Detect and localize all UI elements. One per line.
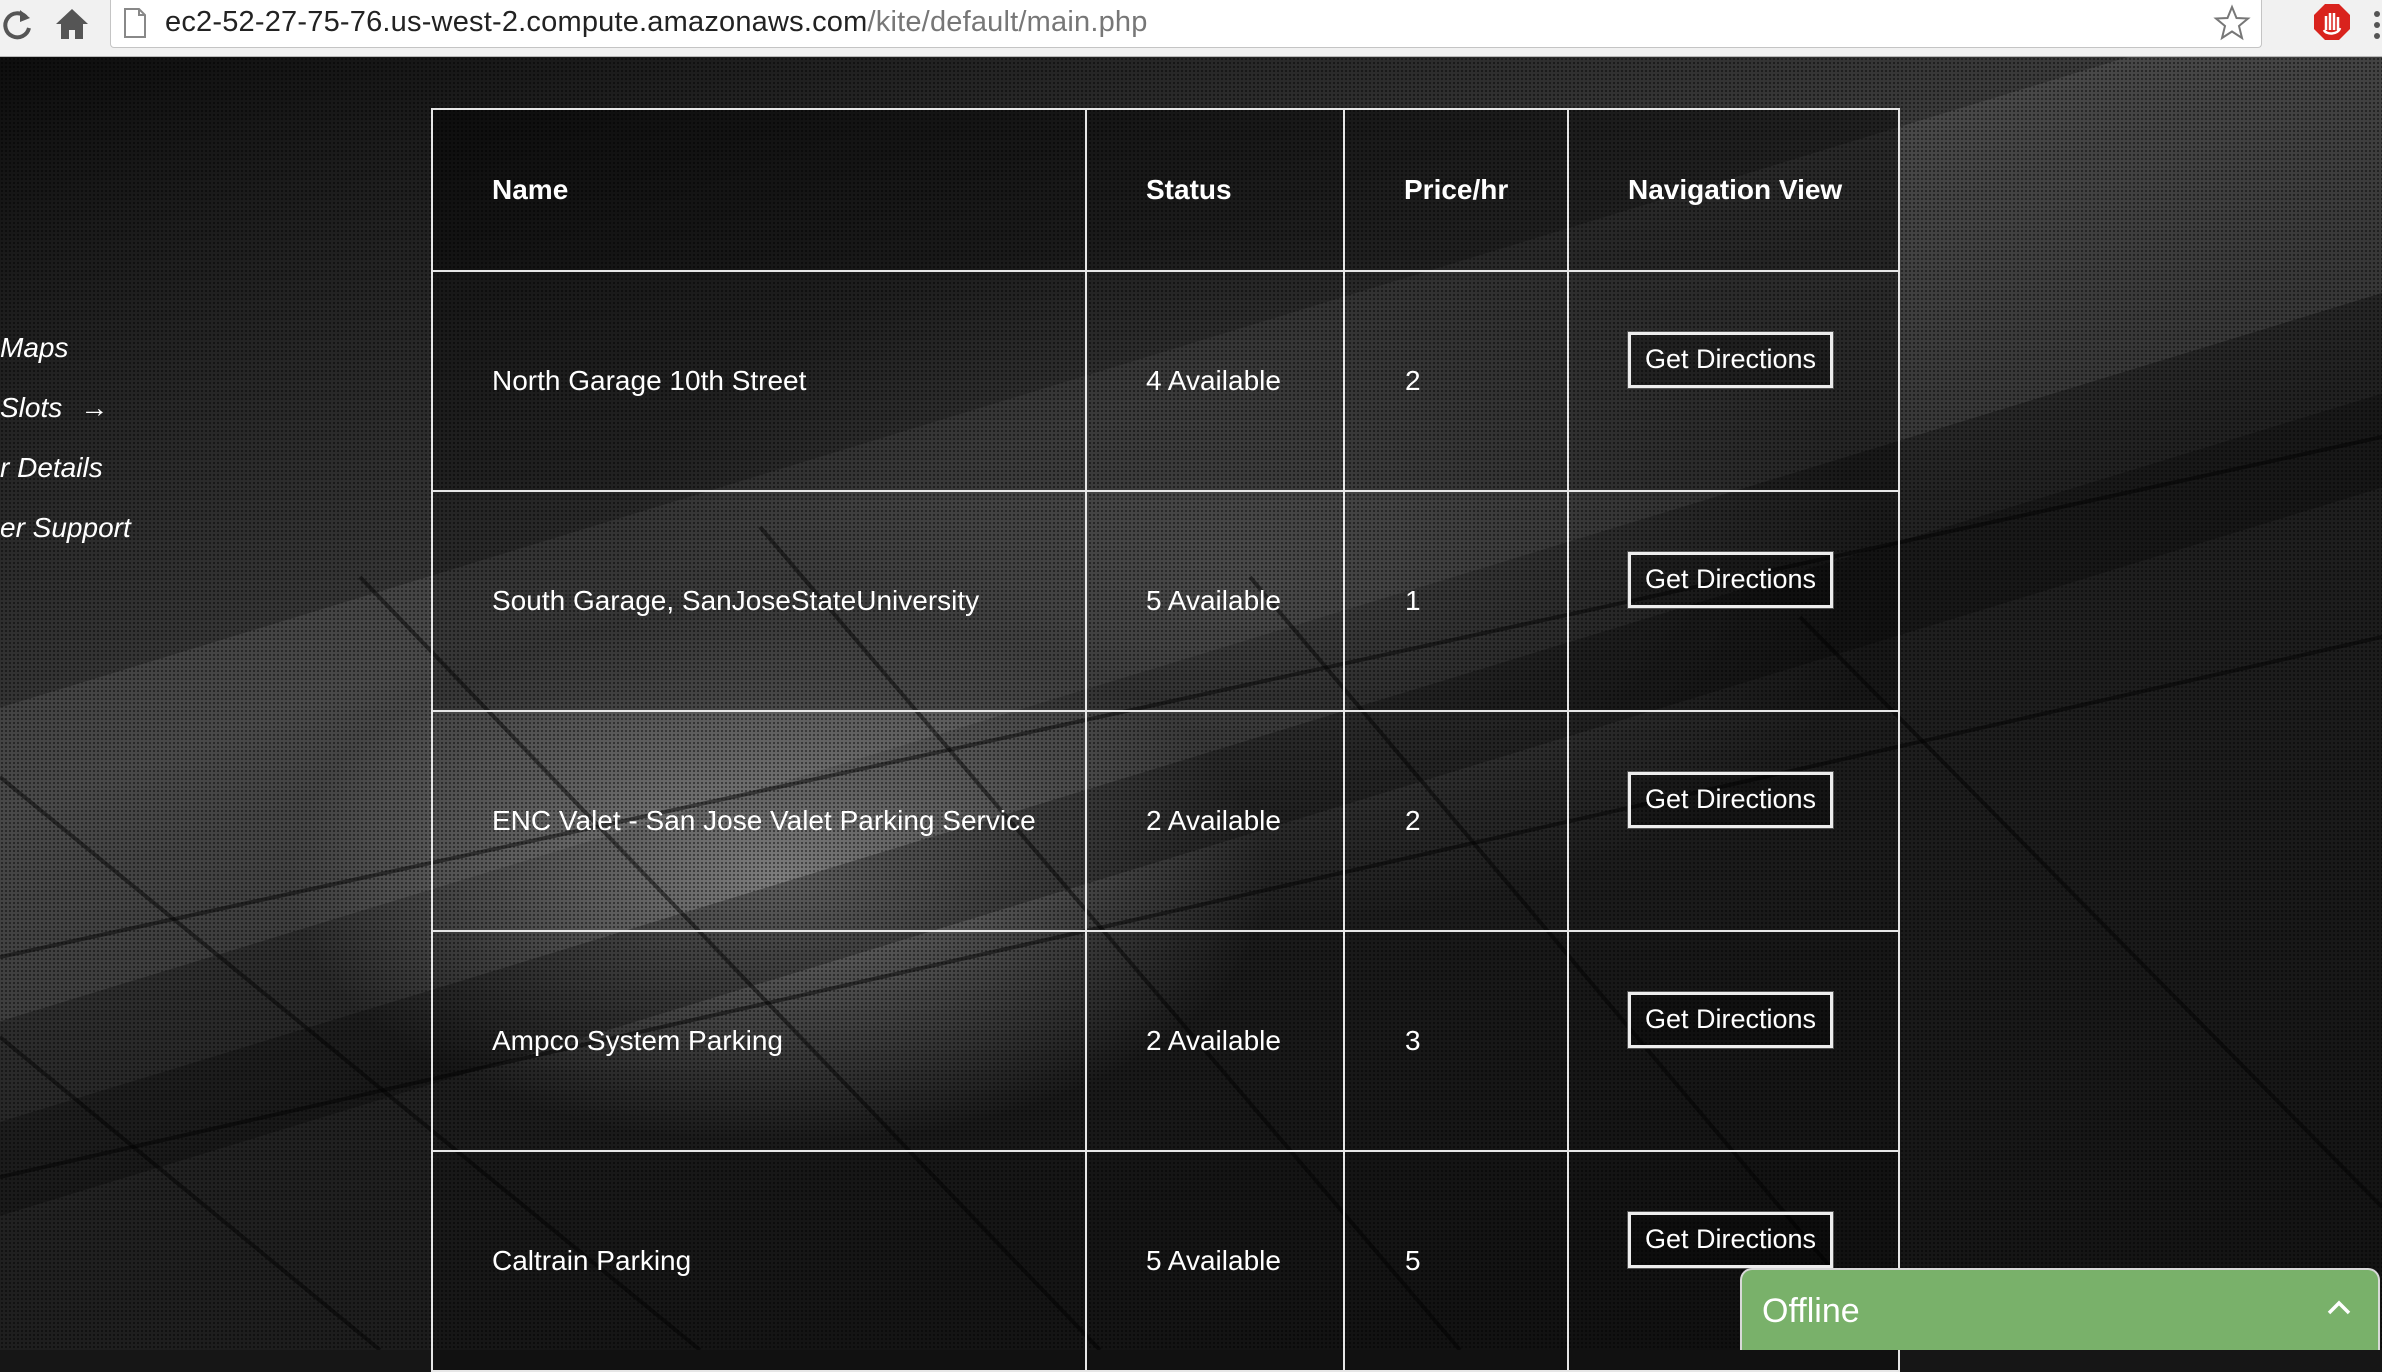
sidenav-item-label: er Support (0, 512, 131, 543)
address-bar[interactable]: ec2-52-27-75-76.us-west-2.compute.amazon… (110, 0, 2262, 48)
url-text[interactable]: ec2-52-27-75-76.us-west-2.compute.amazon… (165, 6, 1148, 39)
get-directions-button[interactable]: Get Directions (1626, 551, 1835, 609)
sidenav-item-details[interactable]: r Details (0, 452, 103, 484)
get-directions-button[interactable]: Get Directions (1626, 991, 1835, 1049)
sidenav-item-label: Maps (0, 332, 69, 363)
table-row: Ampco System Parking 2 Available 3 Get D… (431, 930, 1900, 1152)
star-icon[interactable] (2213, 4, 2251, 42)
table-row: North Garage 10th Street 4 Available 2 G… (431, 270, 1900, 492)
cell-navigation: Get Directions (1567, 490, 1900, 712)
cell-name: Ampco System Parking (431, 930, 1087, 1152)
get-directions-button[interactable]: Get Directions (1626, 331, 1835, 389)
cell-navigation: Get Directions (1567, 270, 1900, 492)
cell-status: 2 Available (1085, 930, 1345, 1152)
cell-status: 5 Available (1085, 490, 1345, 712)
cell-navigation: Get Directions (1567, 710, 1900, 932)
cell-navigation: Get Directions (1567, 930, 1900, 1152)
cell-price: 5 (1343, 1150, 1569, 1372)
home-icon[interactable] (52, 4, 92, 44)
offline-label: Offline (1762, 1292, 1860, 1330)
cell-name: Caltrain Parking (431, 1150, 1087, 1372)
side-navigation: Maps Slots → r Details er Support (0, 57, 200, 657)
get-directions-button[interactable]: Get Directions (1626, 1211, 1835, 1269)
arrow-right-icon: → (80, 392, 109, 423)
cell-status: 4 Available (1085, 270, 1345, 492)
reload-icon[interactable] (0, 6, 36, 42)
column-header-name: Name (431, 108, 1087, 272)
table-header-row: Name Status Price/hr Navigation View (431, 108, 1900, 272)
parking-table: Name Status Price/hr Navigation View Nor… (431, 108, 1900, 1372)
url-host: ec2-52-27-75-76.us-west-2.compute.amazon… (165, 6, 868, 38)
sidenav-item-label: r Details (0, 452, 103, 483)
url-path: /kite/default/main.php (867, 6, 1148, 38)
adblock-icon[interactable] (2312, 2, 2352, 42)
cell-name: North Garage 10th Street (431, 270, 1087, 492)
column-header-navigation: Navigation View (1567, 108, 1900, 272)
cell-status: 2 Available (1085, 710, 1345, 932)
table-row: Caltrain Parking 5 Available 5 Get Direc… (431, 1150, 1900, 1372)
table-row: South Garage, SanJoseStateUniversity 5 A… (431, 490, 1900, 712)
get-directions-button[interactable]: Get Directions (1626, 771, 1835, 829)
column-header-price: Price/hr (1343, 108, 1569, 272)
table-row: ENC Valet - San Jose Valet Parking Servi… (431, 710, 1900, 932)
column-header-status: Status (1085, 108, 1345, 272)
cell-name: South Garage, SanJoseStateUniversity (431, 490, 1087, 712)
sidenav-item-slots[interactable]: Slots → (0, 392, 108, 424)
sidenav-item-support[interactable]: er Support (0, 512, 131, 544)
sidenav-item-maps[interactable]: Maps (0, 332, 68, 364)
offline-chat-widget[interactable]: Offline (1740, 1268, 2380, 1350)
chevron-up-icon[interactable] (2326, 1298, 2352, 1316)
cell-price: 2 (1343, 710, 1569, 932)
sidenav-item-label: Slots (0, 392, 63, 423)
page-icon (124, 8, 146, 38)
cell-price: 1 (1343, 490, 1569, 712)
cell-name: ENC Valet - San Jose Valet Parking Servi… (431, 710, 1087, 932)
menu-icon[interactable] (2372, 8, 2382, 42)
cell-status: 5 Available (1085, 1150, 1345, 1372)
browser-toolbar: ec2-52-27-75-76.us-west-2.compute.amazon… (0, 0, 2382, 57)
cell-price: 2 (1343, 270, 1569, 492)
cell-price: 3 (1343, 930, 1569, 1152)
